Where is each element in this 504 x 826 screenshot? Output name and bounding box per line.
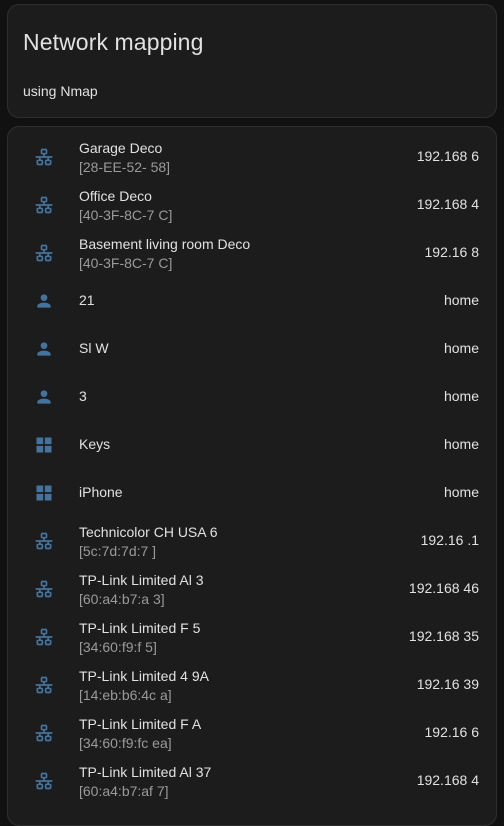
entities-card: Garage Deco [28-EE-52- 58] 192.168 6 Office… [7,126,497,826]
entity-row[interactable]: Office Deco [40-3F-8C-7 C] 192.168 4 [8,181,496,229]
entity-name: TP-Link Limited F A [79,716,202,732]
entity-state: home [443,340,479,356]
entity-mac-address: [28-EE-52- 58] [79,159,171,175]
lan-icon [34,627,54,647]
account-icon [34,387,54,407]
entity-row[interactable]: Basement living room Deco [40-3F-8C-7 C] 1… [8,229,496,277]
entity-row[interactable]: TP-Link Limited F 5 [34:60:f9:f 5] 192.168… [8,613,496,661]
entity-mac-address: [14:eb:b6:4c a] [79,687,172,703]
entity-state: home [443,436,479,452]
entity-mac-address: [34:60:f9:fc ea] [79,735,172,751]
entity-mac-address: [34:60:f9:f 5] [79,639,157,655]
header-card: Network mapping using Nmap [7,4,497,118]
entity-name: 21 [79,292,95,308]
entity-state: 192.16 6 [424,724,480,740]
entity-state: home [443,388,479,404]
lan-icon [34,243,54,263]
card-title: Network mapping [23,29,204,55]
entity-state: 192.16 8 [424,244,480,260]
entity-row[interactable]: Technicolor CH USA 6 [5c:7d:7d:7 ] 192.16 … [8,517,496,565]
lan-icon [34,723,54,743]
lan-icon [34,675,54,695]
entity-state: 192.168 4 [416,196,479,212]
entity-name: Technicolor CH USA 6 [79,524,218,540]
entity-name: TP-Link Limited Al 3 [79,572,204,588]
entity-name: Garage Deco [79,140,163,156]
entity-mac-address: [40-3F-8C-7 C] [79,207,173,223]
entity-name: iPhone [79,484,123,500]
entity-name: TP-Link Limited F 5 [79,620,201,636]
entity-row[interactable]: TP-Link Limited Al 37 [60:a4:b7:af 7] 192.… [8,757,496,805]
entity-state: home [443,292,479,308]
entity-row[interactable]: iPhone home [8,469,496,517]
entity-name: Keys [79,436,111,452]
entity-row[interactable]: 3 home [8,373,496,421]
account-icon [34,291,54,311]
entity-state: 192.16 39 [416,676,479,692]
entity-row[interactable]: TP-Link Limited Al 3 [60:a4:b7:a 3] 192.16… [8,565,496,613]
lan-icon [34,147,54,167]
entity-state: 192.168 35 [408,628,479,644]
card-subtitle: using Nmap [23,83,98,99]
entity-row[interactable]: Sl W home [8,325,496,373]
entity-state: 192.168 46 [408,580,479,596]
entity-state: 192.168 4 [416,772,479,788]
entity-name: TP-Link Limited Al 37 [79,764,212,780]
lan-icon [34,579,54,599]
entity-name: TP-Link Limited 4 9A [79,668,209,684]
entity-mac-address: [60:a4:b7:af 7] [79,783,169,799]
entity-state: home [443,484,479,500]
entity-row[interactable]: TP-Link Limited F A [34:60:f9:fc ea] 192.1… [8,709,496,757]
windows-icon [34,483,54,503]
entity-name: Basement living room Deco [79,236,251,252]
account-icon [34,339,54,359]
entity-row[interactable]: 21 home [8,277,496,325]
entity-name: Office Deco [79,188,152,204]
entity-name: Sl W [79,340,109,356]
entity-state: 192.168 6 [416,148,479,164]
entity-row[interactable]: Keys home [8,421,496,469]
entity-row[interactable]: TP-Link Limited 4 9A [14:eb:b6:4c a] 192.1… [8,661,496,709]
lan-icon [34,771,54,791]
windows-icon [34,435,54,455]
entity-name: 3 [79,388,87,404]
entity-mac-address: [5c:7d:7d:7 ] [79,543,157,559]
entity-mac-address: [40-3F-8C-7 C] [79,255,173,271]
lan-icon [34,531,54,551]
lan-icon [34,195,54,215]
entity-mac-address: [60:a4:b7:a 3] [79,591,165,607]
entity-state: 192.16 .1 [420,532,479,548]
entity-row[interactable]: Garage Deco [28-EE-52- 58] 192.168 6 [8,133,496,181]
